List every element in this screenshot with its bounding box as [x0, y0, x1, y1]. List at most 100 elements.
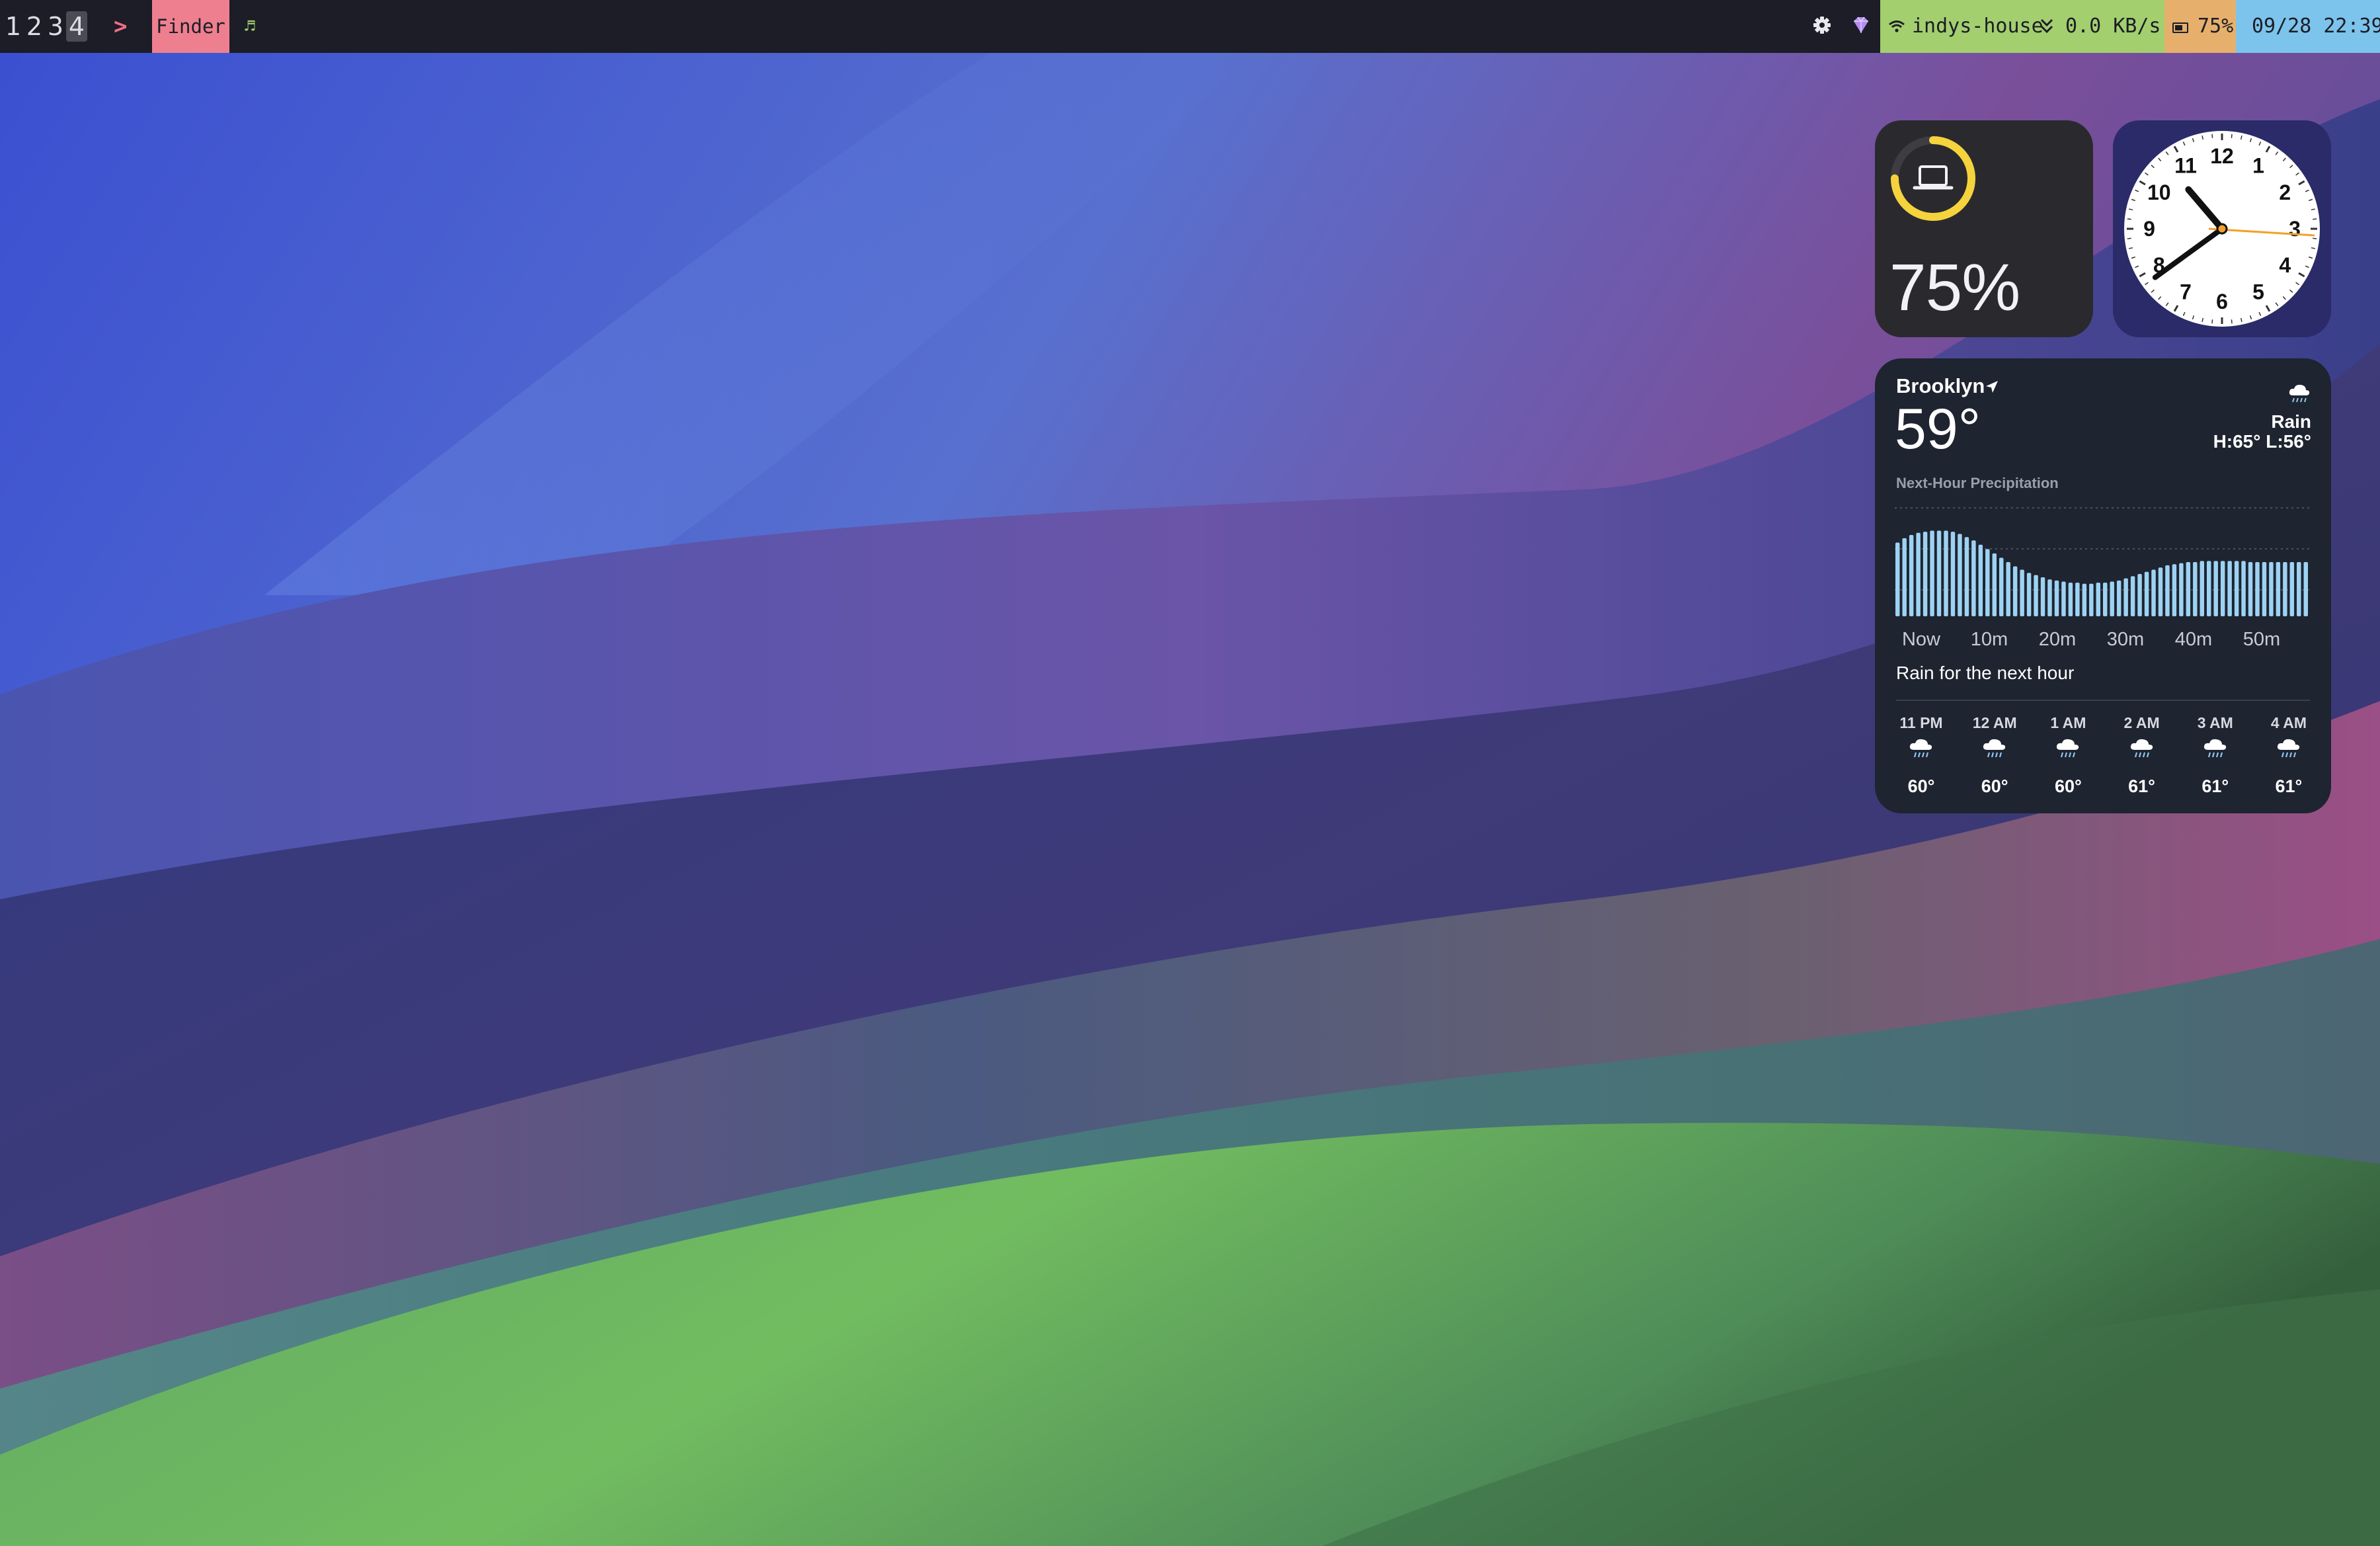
workspace-1[interactable]: 1: [3, 12, 24, 41]
rain-cloud-icon: [1962, 737, 2028, 774]
hourly-temp: 60°: [1907, 776, 1935, 796]
hourly-temp: 61°: [2128, 776, 2155, 796]
clock-numeral: 1: [2252, 154, 2264, 178]
hourly-time: 12 AM: [1972, 714, 2017, 731]
precip-axis-label: 50m: [2243, 629, 2280, 650]
workspace-2[interactable]: 2: [24, 12, 45, 41]
rain-cloud-icon: [2289, 384, 2310, 403]
precip-bar: [2116, 580, 2122, 616]
clock-tick: [2211, 134, 2213, 138]
precip-bar: [2227, 561, 2232, 616]
battery-status[interactable]: 75%: [2164, 0, 2236, 53]
clock-widget[interactable]: 12 1 2 3 4 5 6 7 8 9 10 11: [2113, 120, 2331, 337]
precip-bar: [2082, 583, 2087, 616]
clock-numeral: 9: [2143, 217, 2155, 241]
location-arrow-icon: [1986, 381, 1998, 393]
precip-bar: [2096, 583, 2100, 616]
divider: [1896, 700, 2310, 701]
precip-axis-label: Now: [1902, 629, 1941, 650]
clock-tick: [2231, 134, 2233, 138]
precip-axis-label: 20m: [2039, 629, 2076, 650]
clock-tick: [2313, 218, 2317, 220]
laptop-icon: [1913, 165, 1954, 190]
precip-bar: [2034, 575, 2038, 616]
hourly-temp: 60°: [1981, 776, 2008, 796]
clock-tick: [2231, 319, 2233, 324]
precip-bar: [1909, 535, 1914, 616]
music-note-icon[interactable]: ♬: [245, 0, 255, 53]
precip-bar: [2012, 566, 2018, 616]
weather-city: Brooklyn: [1896, 374, 1985, 397]
precip-bar: [1902, 538, 1907, 616]
precip-bar: [2006, 562, 2010, 616]
precip-axis-label: 10m: [1971, 629, 2008, 650]
precip-bar: [2213, 561, 2218, 616]
clock-numeral: 2: [2279, 181, 2291, 204]
precip-bar: [1978, 544, 1983, 616]
active-app-label[interactable]: Finder: [152, 0, 229, 53]
weather-condition: Rain: [2271, 411, 2311, 432]
precip-chart: Now 10m 20m 30m 40m 50m: [1895, 507, 2310, 650]
gear-icon[interactable]: [1809, 12, 1835, 38]
rain-cloud-icon: [2182, 737, 2248, 774]
workspace-4[interactable]: 4: [66, 11, 87, 42]
precip-bar: [2137, 574, 2142, 616]
battery-percent: 75%: [2198, 15, 2234, 38]
analog-clock: 12 1234567891011: [2124, 131, 2320, 327]
precip-bar: [2123, 578, 2128, 616]
clock-numeral: 12: [2210, 144, 2234, 168]
precip-bar: [1992, 553, 1997, 616]
precip-bar: [2303, 562, 2308, 616]
rain-cloud-icon: [2035, 737, 2101, 774]
precip-bar: [1923, 532, 1928, 616]
precip-bar: [1930, 530, 1934, 616]
precip-bar: [2130, 576, 2135, 616]
precip-bar: [2193, 562, 2198, 616]
precip-bar: [2151, 569, 2156, 616]
hourly-time: 4 AM: [2270, 714, 2307, 731]
menu-bar: 1 2 3 4 > Finder ♬ indys-house 0.0 KB/s: [0, 0, 2380, 53]
precip-bar: [2172, 564, 2177, 616]
weather-widget[interactable]: Brooklyn 59° Rain H:65° L:56° Next-Hour …: [1875, 358, 2331, 813]
date-time-label: 09/28 22:39: [2252, 15, 2380, 38]
hourly-temp: 60°: [2054, 776, 2082, 796]
precip-bar: [2061, 581, 2066, 616]
precip-bar: [2103, 583, 2108, 616]
diamond-icon[interactable]: [1848, 13, 1874, 38]
clock-numeral: 11: [2174, 154, 2197, 178]
precip-bar: [2262, 562, 2267, 616]
workspace-3[interactable]: 3: [45, 12, 66, 41]
precip-summary: Rain for the next hour: [1896, 663, 2075, 683]
precip-bar: [2241, 561, 2246, 616]
hourly-time: 3 AM: [2197, 714, 2233, 731]
chevron-double-down-icon: [2040, 19, 2053, 34]
precip-bar: [2289, 562, 2295, 616]
clock-tick: [2127, 218, 2131, 220]
precip-bar: [2276, 562, 2281, 616]
clock-numeral: 3: [2289, 217, 2301, 241]
precip-bar: [1950, 532, 1956, 616]
precip-bar: [2020, 569, 2024, 616]
precip-bar: [2179, 563, 2184, 616]
network-status[interactable]: indys-house 0.0 KB/s: [1880, 0, 2164, 53]
hourly-temp: 61°: [2275, 776, 2303, 796]
precip-bar: [2068, 583, 2073, 616]
precip-bar: [1999, 557, 2004, 616]
clock-tick: [2127, 237, 2131, 239]
workspace-switcher: 1 2 3 4: [3, 0, 87, 53]
precip-bar: [2054, 580, 2059, 616]
precip-bar: [2283, 562, 2287, 616]
hourly-time: 11 PM: [1899, 714, 1943, 731]
clock-numeral: 10: [2147, 181, 2171, 204]
network-speed: 0.0 KB/s: [2065, 15, 2161, 38]
wifi-icon: [1889, 20, 1905, 32]
date-time[interactable]: 09/28 22:39: [2236, 0, 2380, 53]
precip-bar: [1895, 542, 1900, 616]
hourly-item: 1 AM 60°: [2035, 714, 2101, 807]
battery-percent-large: 75%: [1889, 251, 2020, 325]
hourly-time: 1 AM: [2050, 714, 2086, 731]
precip-bar: [2026, 573, 2032, 616]
precip-bar: [2089, 583, 2094, 616]
battery-widget[interactable]: 75%: [1875, 120, 2093, 337]
precip-bar: [2110, 581, 2114, 616]
